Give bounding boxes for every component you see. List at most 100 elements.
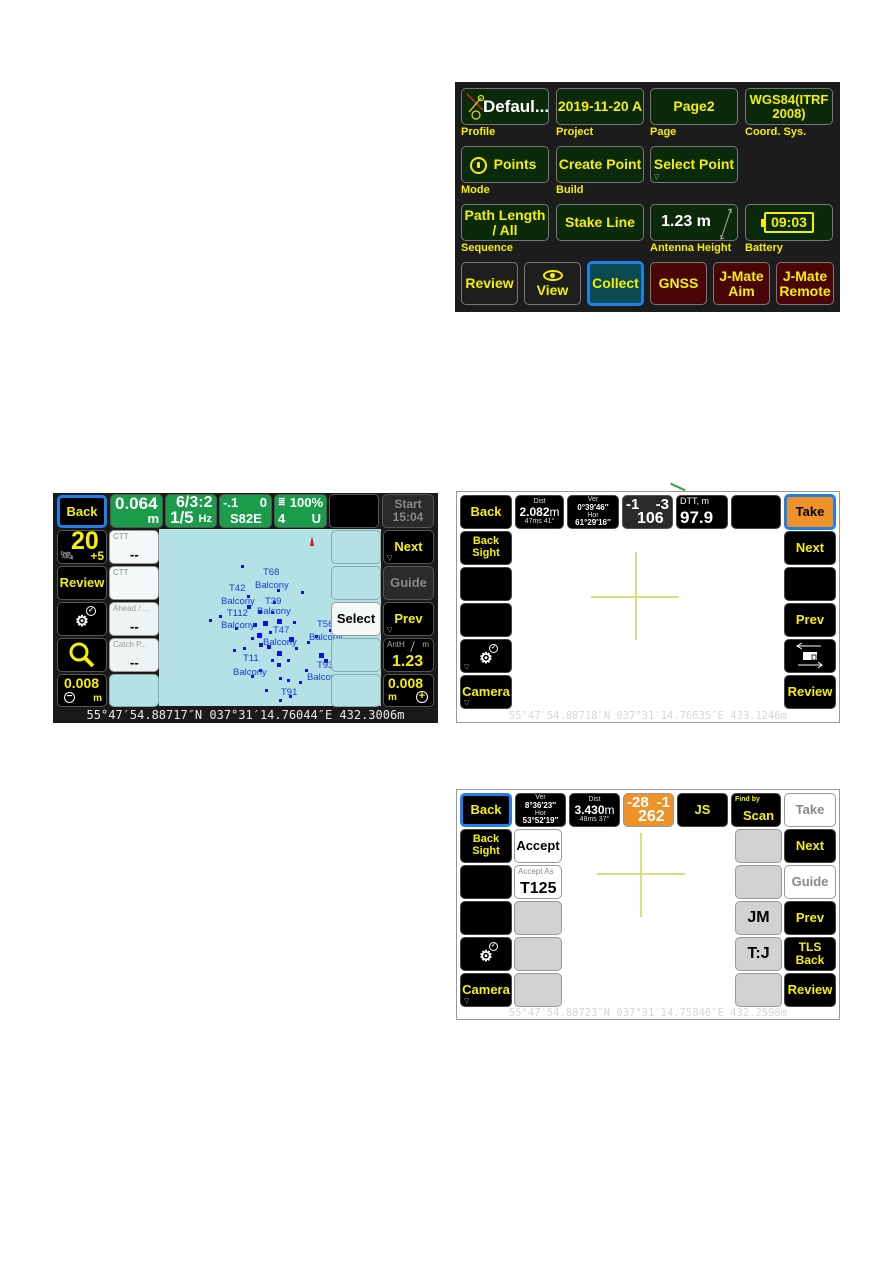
map-point-marker[interactable] xyxy=(279,677,282,680)
map-point-label[interactable]: Balcony xyxy=(255,580,289,591)
blank-right-slot-3[interactable] xyxy=(735,973,782,1007)
guide-button[interactable]: Guide xyxy=(383,566,434,600)
blank-right-slot-1[interactable] xyxy=(735,829,782,863)
map-point-marker[interactable] xyxy=(287,679,290,682)
map-point-label[interactable]: T91 xyxy=(281,687,297,698)
blank-slot-2[interactable] xyxy=(514,937,562,971)
map-point-marker[interactable] xyxy=(209,619,212,622)
blank-left-1[interactable] xyxy=(460,567,512,601)
blank-right-1[interactable] xyxy=(784,567,836,601)
next-button[interactable]: Next xyxy=(784,829,836,863)
back-sight-button[interactable]: Back Sight xyxy=(460,531,512,565)
rate-status[interactable]: 6/3:2 1/5 Hz xyxy=(165,494,217,528)
ctt2-field[interactable]: CTT xyxy=(109,566,159,600)
map-point-label[interactable]: Balcony xyxy=(221,596,255,607)
tab-view[interactable]: View xyxy=(524,262,581,305)
back-button[interactable]: Back xyxy=(460,793,512,827)
antenna-height-button[interactable]: 1.23 m xyxy=(650,204,738,241)
blank-right-slot-2[interactable] xyxy=(735,865,782,899)
take-button[interactable]: Take xyxy=(784,793,836,827)
map-point-marker[interactable] xyxy=(243,647,246,650)
ctt1-field[interactable]: CTT -- xyxy=(109,530,159,564)
prev-button[interactable]: Prev xyxy=(784,901,836,935)
project-button[interactable]: 2019-11-20 A xyxy=(556,88,644,125)
camera-button[interactable]: Camera ▽ xyxy=(460,675,512,709)
camera-button[interactable]: Camera ▽ xyxy=(460,973,512,1007)
coord-sys-button[interactable]: WGS84(ITRF 2008) xyxy=(745,88,833,125)
map-point-marker[interactable] xyxy=(287,659,290,662)
map-point-marker[interactable] xyxy=(301,591,304,594)
map-point-marker[interactable] xyxy=(299,681,302,684)
map-slot-2[interactable] xyxy=(331,566,381,600)
select-point-button[interactable]: Select Point ▽ xyxy=(650,146,738,183)
map-point-marker[interactable] xyxy=(219,615,222,618)
map-point-label[interactable]: Balcony xyxy=(257,606,291,617)
catch-field[interactable]: Catch P... -- xyxy=(109,638,159,672)
zoom-in-button[interactable]: 0.008 m + xyxy=(383,674,434,707)
map-point-marker[interactable] xyxy=(271,659,274,662)
tilt-status[interactable]: -.1 0 S82E xyxy=(219,494,272,528)
map-point-marker[interactable] xyxy=(263,621,268,626)
blank-top-button[interactable] xyxy=(329,494,379,528)
map-point-label[interactable]: Balcony xyxy=(263,637,297,648)
distance-readout[interactable]: Dist 3.430m 48ms 37° xyxy=(569,793,620,827)
blank-slot-1[interactable] xyxy=(514,901,562,935)
accept-as-field[interactable]: Accept As T125 xyxy=(514,865,562,899)
tab-gnss[interactable]: GNSS xyxy=(650,262,707,305)
tab-collect[interactable]: Collect xyxy=(587,261,644,306)
profile-button[interactable]: Defaul... xyxy=(461,88,549,125)
jm-button[interactable]: JM xyxy=(735,901,782,935)
swap-view-button[interactable] xyxy=(784,639,836,673)
map-point-label[interactable]: T68 xyxy=(263,567,279,578)
map-point-label[interactable]: T112 xyxy=(227,608,248,619)
map-point-marker[interactable] xyxy=(277,663,281,667)
back-button[interactable]: Back xyxy=(57,495,107,528)
review-button[interactable]: Review xyxy=(57,566,107,600)
precision-status[interactable]: 0.064 m xyxy=(110,494,163,528)
settings-gear-button[interactable]: ⚙ ✓ xyxy=(460,937,512,971)
offsets-readout[interactable]: -28 -1 262 xyxy=(623,793,674,827)
map-point-marker[interactable] xyxy=(241,565,244,568)
angles-readout[interactable]: Ver 8°36′23″ Hor 53°52′19″ xyxy=(515,793,566,827)
stake-line-button[interactable]: Stake Line xyxy=(556,204,644,241)
blank-top-button[interactable] xyxy=(731,495,781,529)
back-sight-button[interactable]: Back Sight xyxy=(460,829,512,863)
angles-readout[interactable]: Ver 0°39′46″ Hor 61°29′16″ xyxy=(567,495,619,529)
offsets-readout[interactable]: -1 -3 106 xyxy=(622,495,673,529)
empty-info-field[interactable] xyxy=(109,674,159,707)
tls-back-button[interactable]: TLS Back xyxy=(784,937,836,971)
map-point-marker[interactable] xyxy=(277,619,282,624)
map-point-label[interactable]: Balcony xyxy=(221,620,255,631)
map-point-marker[interactable] xyxy=(269,631,272,634)
map-point-marker[interactable] xyxy=(251,637,254,640)
next-button[interactable]: Next ▽ xyxy=(383,530,434,564)
map-point-label[interactable]: T42 xyxy=(229,583,245,594)
map-point-marker[interactable] xyxy=(279,699,282,702)
antenna-height-button[interactable]: AntH m 1.23 xyxy=(383,638,434,672)
search-button[interactable] xyxy=(57,638,107,672)
map-point-marker[interactable] xyxy=(257,633,262,638)
find-by-button[interactable]: Find by Scan xyxy=(731,793,781,827)
settings-gear-button[interactable]: ⚙ ✓ xyxy=(57,602,107,636)
select-button[interactable]: Select xyxy=(331,602,381,636)
start-button[interactable]: Start 15:04 xyxy=(382,494,434,528)
map-slot-1[interactable] xyxy=(331,530,381,564)
page-button[interactable]: Page2 xyxy=(650,88,738,125)
mode-button[interactable]: Points xyxy=(461,146,549,183)
ahead-field[interactable]: Ahead / ... -- xyxy=(109,602,159,636)
map-point-marker[interactable] xyxy=(293,621,296,624)
review-button[interactable]: Review xyxy=(784,973,836,1007)
satellites-button[interactable]: 20 +5 🛰 xyxy=(57,528,107,564)
map-point-marker[interactable] xyxy=(265,689,268,692)
blank-left-2[interactable] xyxy=(460,901,512,935)
prev-button[interactable]: Prev ▽ xyxy=(383,602,434,636)
blank-slot-3[interactable] xyxy=(514,973,562,1007)
map-slot-4[interactable] xyxy=(331,638,381,672)
map-point-label[interactable]: T11 xyxy=(243,653,259,664)
map-point-label[interactable]: Balcony xyxy=(233,667,267,678)
map-point-label[interactable]: T47 xyxy=(273,625,289,636)
accept-button[interactable]: Accept xyxy=(514,829,562,863)
sequence-button[interactable]: Path Length / All xyxy=(461,204,549,241)
battery-button[interactable]: 09:03 xyxy=(745,204,833,241)
settings-gear-button[interactable]: ⚙ ✓ ▽ xyxy=(460,639,512,673)
